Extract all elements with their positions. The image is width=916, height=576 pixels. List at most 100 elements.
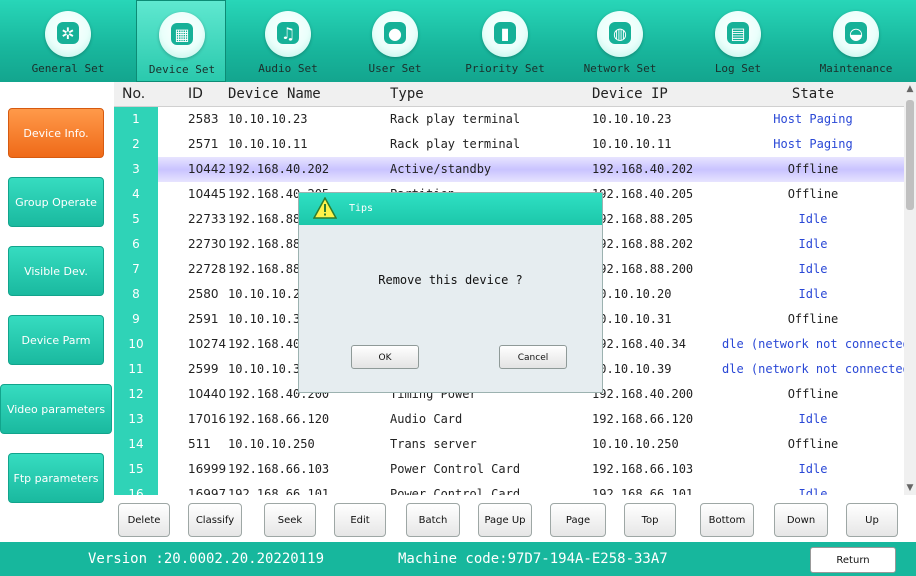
table-row[interactable]: 16 16997 192.168.66.101 Power Control Card 1…: [114, 482, 904, 495]
row-number: 15: [114, 457, 158, 482]
row-number: 9: [114, 307, 158, 332]
sidebar-item-device-parm[interactable]: Device Parm: [8, 315, 104, 365]
device-id: 2591: [188, 312, 219, 326]
device-state: dle (network not connected: [722, 337, 904, 351]
table-row[interactable]: 15 16999 192.168.66.103 Power Control Card 1…: [114, 457, 904, 482]
col-header-device-name[interactable]: Device Name: [228, 82, 388, 107]
device-state: Offline: [787, 312, 839, 326]
top-button[interactable]: Top: [624, 503, 676, 537]
calendar-icon-glyph: ▤: [730, 24, 746, 43]
device-name: 10.10.10.23: [228, 112, 308, 126]
ok-button[interactable]: OK: [351, 345, 419, 369]
row-number: 1: [114, 107, 158, 132]
cancel-button[interactable]: Cancel: [499, 345, 567, 369]
sidebar-item-device-info[interactable]: Device Info.: [8, 108, 104, 158]
left-sidebar: Device Info. Group Operate Visible Dev. Dev…: [0, 82, 112, 542]
col-header-device-ip[interactable]: Device IP: [592, 82, 722, 107]
up-button[interactable]: Up: [846, 503, 898, 537]
device-ip: 192.168.40.34: [592, 337, 686, 351]
table-row[interactable]: 3 10442 192.168.40.202 Active/standby 192.16…: [114, 157, 904, 182]
scroll-up-arrow-icon[interactable]: ▲: [904, 82, 916, 96]
device-id: 2580: [188, 287, 219, 301]
page-down-button[interactable]: Page Down: [550, 503, 606, 560]
edit-button[interactable]: Edit: [334, 503, 386, 537]
bottom-button[interactable]: Bottom: [700, 503, 754, 537]
globe-icon: ◍: [597, 11, 643, 57]
top-nav-priority-set[interactable]: ▮ Priority Set: [450, 0, 560, 82]
col-header-state[interactable]: State: [722, 82, 904, 107]
user-icon-glyph: ●: [388, 24, 402, 43]
row-number: 3: [114, 157, 158, 182]
device-id: 10442: [188, 162, 227, 176]
top-nav-audio-set[interactable]: ♫ Audio Set: [238, 0, 338, 82]
table-scrollbar[interactable]: ▲ ▼: [904, 82, 916, 495]
return-button[interactable]: Return: [810, 547, 896, 573]
gear-icon: ✲: [45, 11, 91, 57]
dialog-title-bar[interactable]: Tips: [299, 193, 602, 225]
device-ip: 192.168.88.200: [592, 262, 694, 276]
delete-button[interactable]: Delete: [118, 503, 170, 537]
scroll-down-arrow-icon[interactable]: ▼: [904, 481, 916, 495]
row-number: 11: [114, 357, 158, 382]
sidebar-item-group-operate[interactable]: Group Operate: [8, 177, 104, 227]
scrollbar-thumb[interactable]: [906, 100, 914, 210]
top-nav-device-set[interactable]: ▦ Device Set: [136, 0, 226, 82]
device-id: 22730: [188, 237, 227, 251]
col-header-type[interactable]: Type: [390, 82, 590, 107]
top-nav-log-set[interactable]: ▤ Log Set: [680, 0, 796, 82]
row-number: 13: [114, 407, 158, 432]
device-id: 10440: [188, 387, 227, 401]
device-id: 22728: [188, 262, 227, 276]
device-state: Offline: [787, 187, 839, 201]
device-state: dle (network not connected: [722, 362, 904, 376]
row-number: 12: [114, 382, 158, 407]
device-state: Offline: [787, 387, 839, 401]
top-nav-maintenance[interactable]: ◒ Maintenance: [796, 0, 916, 82]
top-nav-label: User Set: [368, 62, 422, 75]
device-ip: 192.168.88.202: [592, 237, 694, 251]
row-number: 16: [114, 482, 158, 495]
sidebar-item-video-parameters[interactable]: Video parameters: [0, 384, 112, 434]
confirm-dialog: Tips Remove this device ? OK Cancel: [298, 192, 603, 393]
device-type: Rack play terminal: [390, 112, 521, 126]
table-row[interactable]: 13 17016 192.168.66.120 Audio Card 192.168.6…: [114, 407, 904, 432]
top-nav-general-set[interactable]: ✲ General Set: [0, 0, 136, 82]
device-name: 192.168.66.101: [228, 487, 330, 495]
device-ip: 192.168.66.103: [592, 462, 694, 476]
row-number: 14: [114, 432, 158, 457]
table-row[interactable]: 14 511 10.10.10.250 Trans server 10.10.10.25…: [114, 432, 904, 457]
device-name: 192.168.66.120: [228, 412, 330, 426]
sidebar-item-visible-dev[interactable]: Visible Dev.: [8, 246, 104, 296]
top-nav-label: Priority Set: [465, 62, 545, 75]
device-ip: 192.168.40.202: [592, 162, 694, 176]
table-row[interactable]: 1 2583 10.10.10.23 Rack play terminal 10.10.…: [114, 107, 904, 132]
device-grid-icon: ▦: [159, 12, 205, 58]
device-id: 16997: [188, 487, 227, 495]
device-id: 2599: [188, 362, 219, 376]
dialog-message: Remove this device ?: [378, 273, 523, 287]
row-number: 10: [114, 332, 158, 357]
device-ip: 192.168.66.120: [592, 412, 694, 426]
top-nav-label: Log Set: [714, 62, 762, 75]
sidebar-item-ftp-parameters[interactable]: Ftp parameters: [8, 453, 104, 503]
page-up-button[interactable]: Page Up: [478, 503, 532, 537]
top-nav-label: Network Set: [583, 62, 657, 75]
down-button[interactable]: Down: [774, 503, 828, 537]
batch-button[interactable]: Batch: [406, 503, 460, 537]
bar-chart-icon-glyph: ▮: [500, 24, 510, 43]
device-type: Active/standby: [390, 162, 492, 176]
top-nav-user-set[interactable]: ● User Set: [340, 0, 450, 82]
device-name: 192.168.40.202: [228, 162, 330, 176]
device-state: Idle: [798, 487, 828, 495]
device-id: 2571: [188, 137, 219, 151]
globe-maintenance-icon-glyph: ◒: [849, 24, 863, 43]
top-nav-label: General Set: [31, 62, 105, 75]
bar-chart-icon: ▮: [482, 11, 528, 57]
device-ip: 10.10.10.39: [592, 362, 672, 376]
col-header-no[interactable]: No.: [122, 82, 158, 107]
seek-button[interactable]: Seek: [264, 503, 316, 537]
classify-button[interactable]: Classify: [188, 503, 242, 537]
top-nav-network-set[interactable]: ◍ Network Set: [560, 0, 680, 82]
table-row[interactable]: 2 2571 10.10.10.11 Rack play terminal 10.10.…: [114, 132, 904, 157]
col-header-id[interactable]: ID: [188, 82, 228, 107]
